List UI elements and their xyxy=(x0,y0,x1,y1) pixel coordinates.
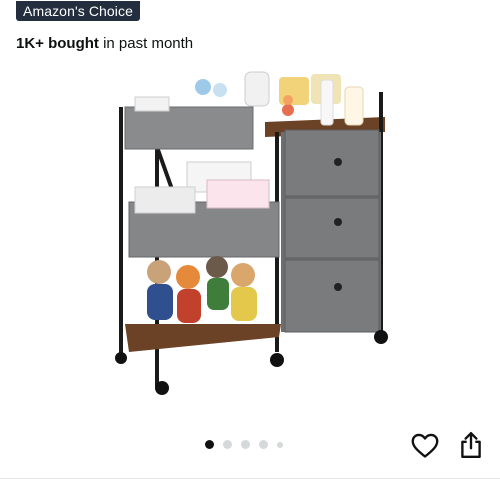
heart-outline-icon xyxy=(411,433,439,458)
share-icon xyxy=(461,431,481,459)
add-to-list-button[interactable] xyxy=(411,433,439,459)
divider xyxy=(0,478,500,479)
amazons-choice-badge[interactable]: Amazon's Choice xyxy=(16,1,140,21)
product-image[interactable] xyxy=(95,62,405,402)
carousel-dot-3[interactable] xyxy=(241,440,250,449)
bought-count: 1K+ bought xyxy=(16,35,99,52)
carousel-dot-5[interactable] xyxy=(277,441,283,448)
bought-in-past-month: 1K+ bought in past month xyxy=(16,35,193,52)
image-carousel-dots[interactable] xyxy=(205,440,283,449)
carousel-dot-4[interactable] xyxy=(259,440,268,449)
badge-label: Amazon's Choice xyxy=(23,3,133,19)
bought-suffix: in past month xyxy=(98,35,194,52)
carousel-dot-2[interactable] xyxy=(223,440,232,449)
share-button[interactable] xyxy=(458,431,484,459)
carousel-dot-1[interactable] xyxy=(205,440,214,449)
